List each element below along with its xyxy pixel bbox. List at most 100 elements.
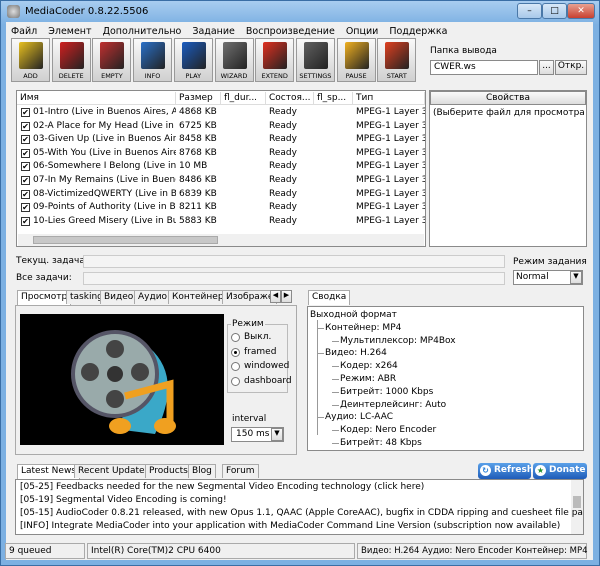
interval-select[interactable]: 150 ms ▼: [231, 427, 284, 442]
table-row[interactable]: ✔10-Lies Greed Misery (Live in Buen...58…: [17, 215, 425, 228]
radio-dashboard[interactable]: [231, 376, 240, 386]
checkbox[interactable]: ✔: [21, 108, 30, 117]
chevron-down-icon[interactable]: ▼: [570, 271, 582, 284]
toolbar-label: PAUSE: [345, 72, 367, 80]
tab-scroll-right-icon[interactable]: ▶: [281, 290, 292, 303]
checkbox[interactable]: ✔: [21, 216, 30, 226]
tab-3[interactable]: Аудио: [134, 290, 172, 304]
all-tasks-progress: [83, 272, 505, 285]
news-tab-4[interactable]: Forum: [222, 464, 259, 478]
minimize-button[interactable]: –: [517, 3, 542, 19]
toolbar-empty-button[interactable]: EMPTY: [92, 38, 132, 82]
radio-framed[interactable]: [231, 347, 240, 357]
tree-node[interactable]: Выходной формат: [310, 310, 397, 320]
task-mode-select[interactable]: Normal ▼: [513, 270, 583, 285]
column-header[interactable]: Размер: [176, 92, 221, 105]
table-row[interactable]: ✔02-A Place for My Head (Live in Bu...67…: [17, 120, 425, 133]
news-tabs: Latest News Recent Updates Products Blog For…: [15, 464, 275, 479]
table-cell: MPEG-1 Layer 3: [356, 215, 425, 226]
column-header[interactable]: Состоя...: [266, 92, 314, 105]
menu-item-5[interactable]: Опции: [346, 26, 379, 37]
radio-windowed[interactable]: [231, 362, 240, 371]
table-row[interactable]: ✔06-Somewhere I Belong (Live in Bu...10 …: [17, 160, 425, 173]
wizard-wand-icon: [222, 42, 247, 69]
refresh-button[interactable]: ↻ Refresh: [478, 463, 533, 479]
news-tab-2[interactable]: Products: [145, 464, 192, 478]
toolbar-pause-button[interactable]: PAUSE: [336, 38, 376, 82]
toolbar-extend-button[interactable]: EXTEND: [255, 38, 295, 82]
news-item[interactable]: [INFO] Integrate MediaCoder into your ap…: [20, 521, 560, 531]
toolbar-start-button[interactable]: START: [377, 38, 417, 82]
table-row[interactable]: ✔01-Intro (Live in Buenos Aires, Arg...4…: [17, 106, 425, 119]
output-folder-input[interactable]: CWER.ws: [430, 60, 538, 75]
toolbar-settings-button[interactable]: SETTINGS: [295, 38, 335, 82]
table-cell: MPEG-1 Layer 3: [356, 107, 425, 117]
toolbar-add-button[interactable]: ADD: [11, 38, 50, 82]
table-row[interactable]: ✔07-In My Remains (Live in Buenos ...848…: [17, 174, 425, 187]
tree-node[interactable]: Контейнер: MP4: [325, 323, 401, 333]
menu-item-1[interactable]: Элемент: [48, 26, 91, 37]
news-tab-1[interactable]: Recent Updates: [74, 464, 154, 478]
column-header[interactable]: Имя: [17, 92, 176, 105]
tab-4[interactable]: Контейнер: [168, 290, 228, 304]
maximize-button[interactable]: □: [542, 3, 567, 19]
table-cell: 10-Lies Greed Misery (Live in Buen...: [33, 215, 176, 226]
checkbox[interactable]: ✔: [21, 203, 30, 213]
toolbar-play-button[interactable]: PLAY: [173, 38, 213, 82]
table-row[interactable]: ✔05-With You (Live in Buenos Aires,...87…: [17, 147, 425, 160]
chevron-down-icon[interactable]: ▼: [271, 428, 283, 441]
browse-button[interactable]: ...: [539, 60, 554, 75]
donate-button[interactable]: ★ Donate: [533, 463, 587, 479]
checkbox[interactable]: ✔: [21, 189, 30, 199]
table-row[interactable]: ✔03-Given Up (Live in Buenos Aires,...84…: [17, 133, 425, 146]
tab-2[interactable]: Видео: [100, 290, 138, 304]
tree-node[interactable]: Кодер: x264: [340, 361, 398, 371]
menu-item-2[interactable]: Дополнительно: [103, 26, 182, 37]
tree-node[interactable]: Битрейт: 48 Kbps: [340, 438, 422, 448]
horizontal-scrollbar[interactable]: [18, 234, 424, 246]
tree-node[interactable]: Аудио: LC-AAC: [325, 412, 393, 422]
checkbox[interactable]: ✔: [21, 135, 30, 145]
news-item[interactable]: [05-25] Feedbacks needed for the new Seg…: [20, 482, 424, 492]
tree-node[interactable]: Режим: ABR: [340, 374, 396, 384]
table-cell: 8211 KB: [179, 202, 217, 213]
tree-node[interactable]: Кодер: Nero Encoder: [340, 425, 436, 435]
column-header[interactable]: fl_dur...: [221, 92, 266, 105]
toolbar-info-button[interactable]: INFO: [133, 38, 173, 82]
scrollbar-thumb[interactable]: [33, 236, 218, 244]
toolbar-wizard-button[interactable]: WIZARD: [214, 38, 254, 82]
table-cell: Ready: [269, 161, 297, 172]
checkbox[interactable]: ✔: [21, 162, 30, 172]
table-row[interactable]: ✔09-Points of Authority (Live in Bue...8…: [17, 201, 425, 214]
news-tab-3[interactable]: Blog: [188, 464, 216, 478]
menu-item-4[interactable]: Воспроизведение: [246, 26, 335, 37]
scrollbar-thumb[interactable]: [573, 496, 581, 508]
file-list[interactable]: Имя Размер fl_dur... Состоя... fl_sp... Тип ✔…: [16, 90, 426, 247]
tree-node[interactable]: Видео: H.264: [325, 348, 387, 358]
tree-node[interactable]: Мультиплексор: MP4Box: [340, 336, 456, 346]
news-tab-0[interactable]: Latest News: [17, 464, 80, 479]
checkbox[interactable]: ✔: [21, 148, 30, 158]
table-cell: Ready: [269, 188, 297, 199]
table-row[interactable]: ✔08-VictimizedQWERTY (Live in Bue...6839…: [17, 188, 425, 201]
checkbox[interactable]: ✔: [21, 121, 30, 131]
news-item[interactable]: [05-19] Segmental Video Encoding is comi…: [20, 495, 227, 505]
vertical-scrollbar[interactable]: [571, 480, 583, 534]
menu-item-3[interactable]: Задание: [192, 26, 235, 37]
open-folder-button[interactable]: Откр.: [555, 60, 587, 75]
column-header[interactable]: fl_sp...: [314, 92, 353, 105]
checkbox[interactable]: ✔: [21, 176, 30, 185]
news-item[interactable]: [05-15] AudioCoder 0.8.21 released, with…: [20, 508, 583, 518]
tab-summary[interactable]: Сводка: [308, 290, 351, 305]
column-header[interactable]: Тип: [353, 92, 425, 105]
table-cell: 5883 KB: [179, 215, 217, 226]
tree-node[interactable]: Битрейт: 1000 Kbps: [340, 387, 433, 397]
tree-node[interactable]: Деинтерлейсинг: Auto: [340, 400, 446, 410]
radio-Выкл.[interactable]: [231, 333, 240, 342]
tab-scroll-left-icon[interactable]: ◀: [270, 290, 281, 303]
menu-item-0[interactable]: Файл: [11, 26, 37, 37]
tab-0[interactable]: Просмотр: [17, 290, 72, 305]
close-button[interactable]: ✕: [567, 3, 595, 19]
menu-item-6[interactable]: Поддержка: [389, 26, 447, 37]
toolbar-delete-button[interactable]: DELETE: [51, 38, 91, 82]
